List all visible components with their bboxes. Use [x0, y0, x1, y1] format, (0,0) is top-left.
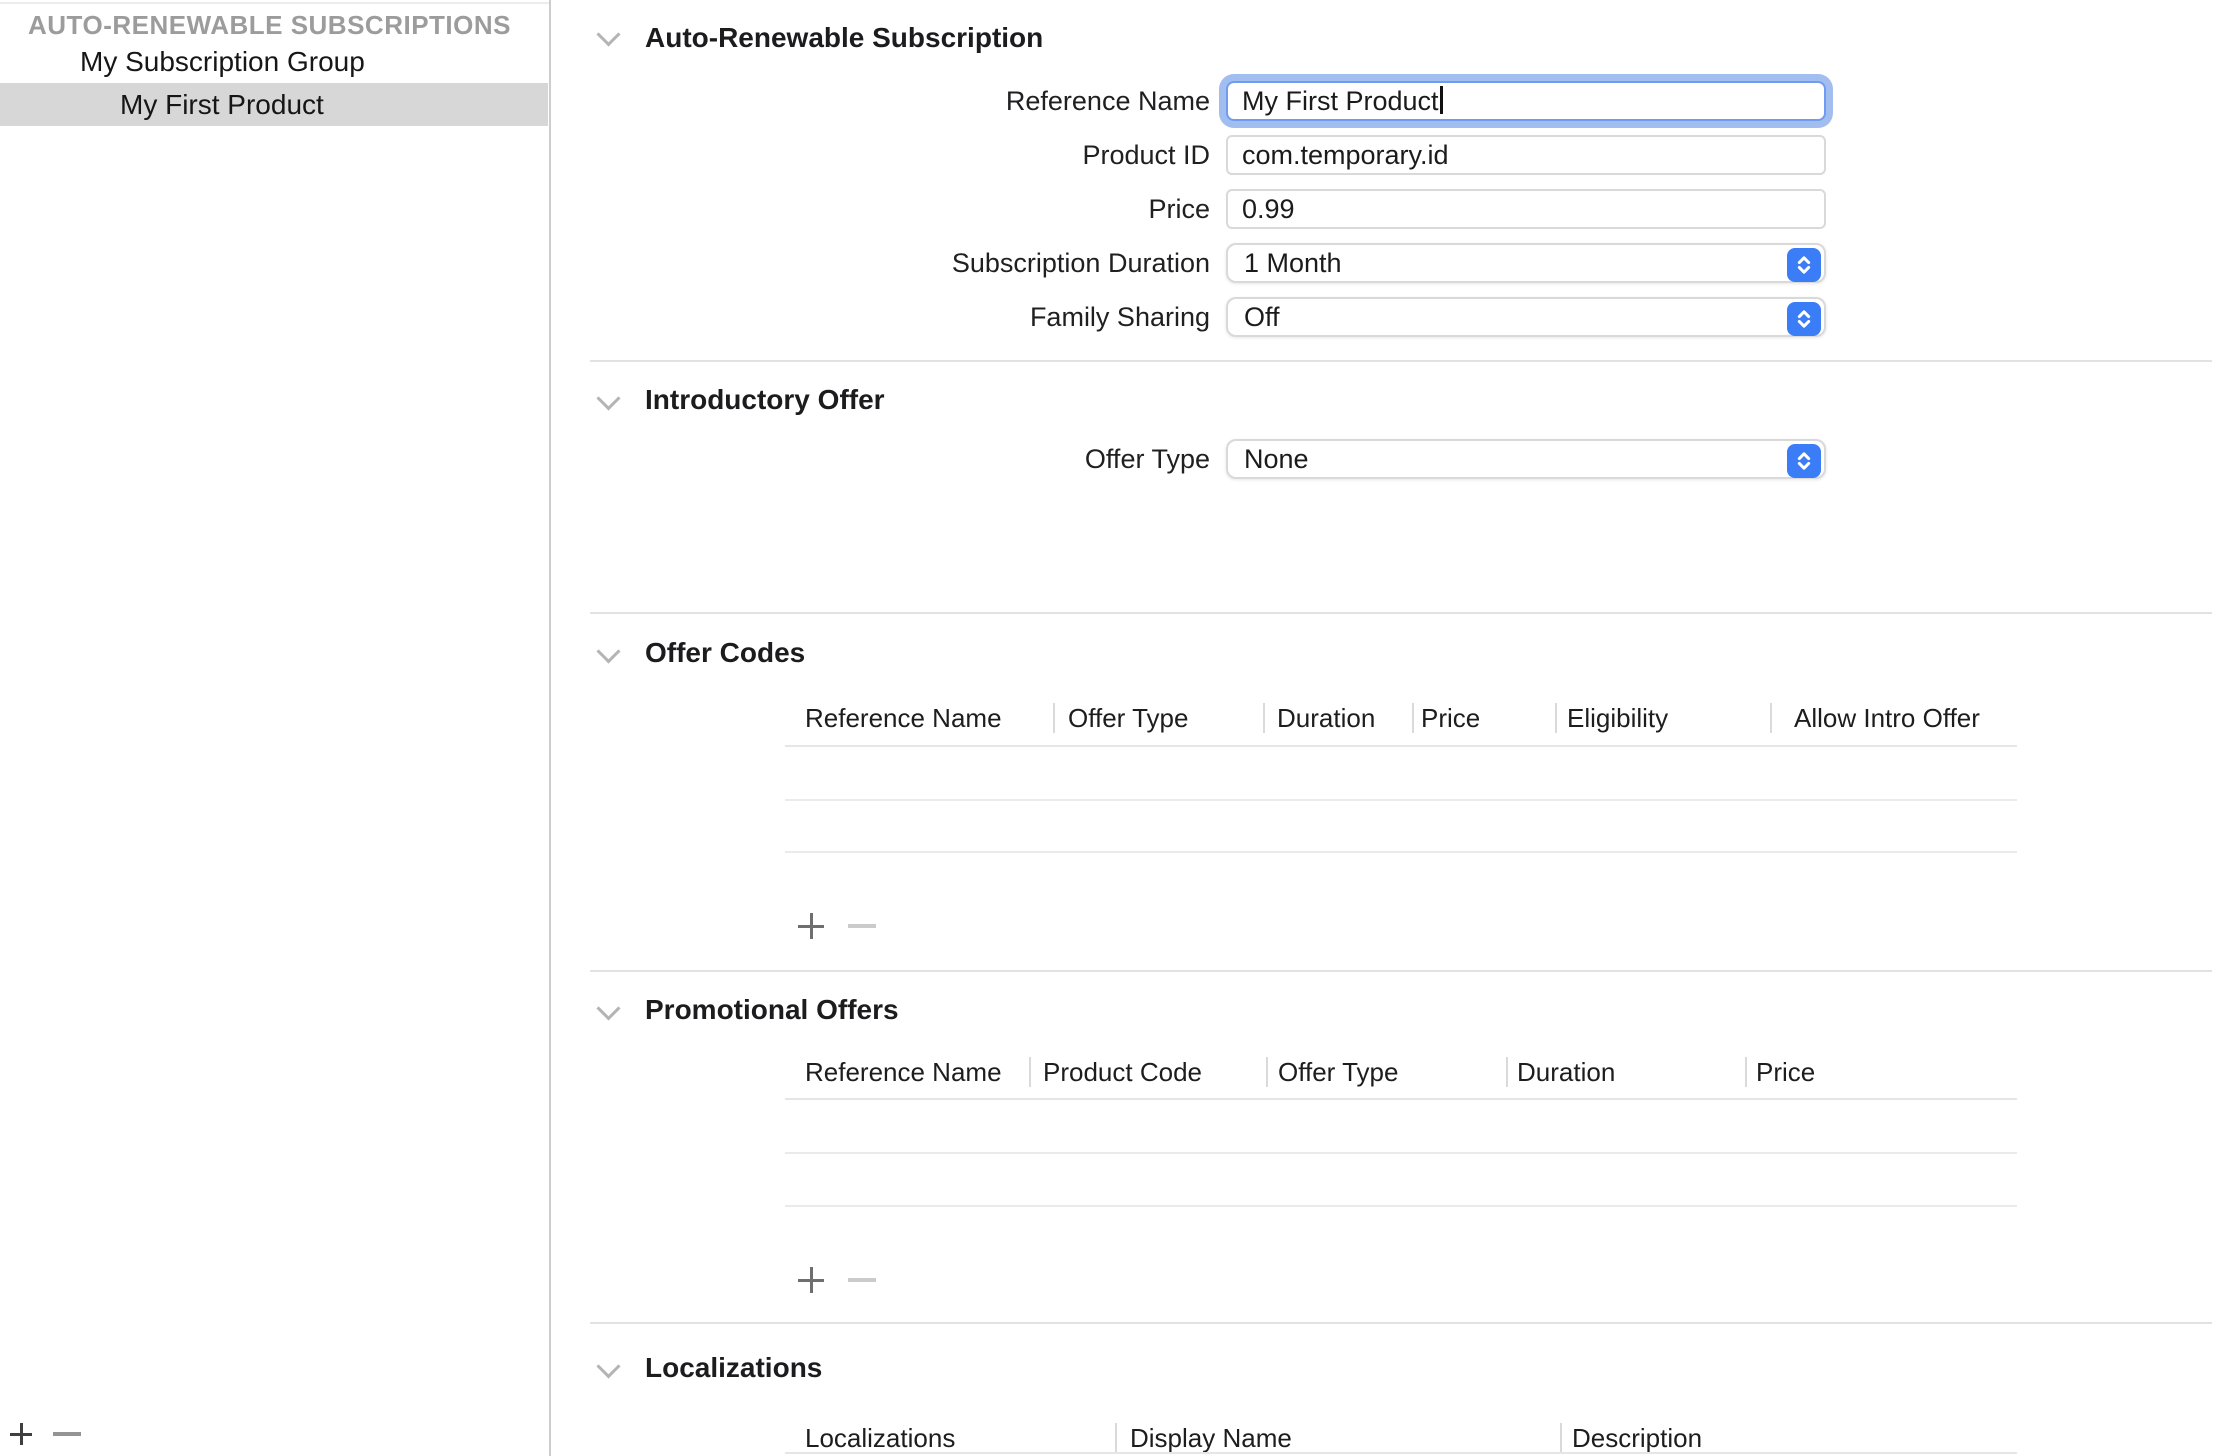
localizations-col-display-name[interactable]: Display Name	[1130, 1420, 1292, 1456]
section-divider	[590, 612, 2212, 614]
family-sharing-label: Family Sharing	[660, 297, 1210, 337]
updown-chevrons-icon	[1787, 444, 1821, 478]
table-row	[785, 1152, 2017, 1154]
column-separator	[1266, 1057, 1268, 1087]
localizations-col-description[interactable]: Description	[1572, 1420, 1702, 1456]
section-title-localizations: Localizations	[645, 1351, 822, 1385]
section-title-introductory-offer: Introductory Offer	[645, 383, 885, 417]
text-cursor	[1440, 86, 1443, 114]
column-separator	[1555, 703, 1557, 733]
table-header-underline	[785, 1452, 2017, 1454]
sidebar-item-subscription-group[interactable]: My Subscription Group	[0, 41, 548, 83]
sidebar-item-label: My Subscription Group	[80, 41, 365, 83]
sidebar-remove-button minus-icon[interactable]	[53, 1432, 81, 1436]
promo-col-reference-name[interactable]: Reference Name	[805, 1054, 1002, 1090]
promo-col-product-code[interactable]: Product Code	[1043, 1054, 1202, 1090]
chevron-down-icon localizations-disclosure[interactable]	[596, 1354, 620, 1378]
subscription-duration-popup[interactable]: 1 Month	[1226, 243, 1826, 283]
table-row	[785, 1205, 2017, 1207]
table-header-underline	[785, 745, 2017, 747]
column-separator	[1770, 703, 1772, 733]
sidebar-top-divider	[0, 2, 550, 4]
offer-type-value: None	[1244, 444, 1309, 474]
column-separator	[1412, 703, 1414, 733]
section-title-subscription: Auto-Renewable Subscription	[645, 21, 1043, 55]
column-separator	[1115, 1423, 1117, 1453]
updown-chevrons-icon	[1787, 302, 1821, 336]
offer-codes-remove-button minus-icon[interactable]	[848, 924, 876, 928]
reference-name-field[interactable]: My First Product	[1226, 81, 1826, 121]
offer-codes-col-price[interactable]: Price	[1421, 700, 1480, 736]
column-separator	[1053, 703, 1055, 733]
column-separator	[1029, 1057, 1031, 1087]
price-field[interactable]: 0.99	[1226, 189, 1826, 229]
offer-codes-add-button plus-icon[interactable]	[798, 913, 824, 939]
sidebar-item-label: My First Product	[120, 83, 324, 126]
product-id-label: Product ID	[660, 135, 1210, 175]
price-value: 0.99	[1242, 194, 1295, 224]
offer-codes-col-reference-name[interactable]: Reference Name	[805, 700, 1002, 736]
chevron-down-icon subscription-disclosure[interactable]	[596, 22, 620, 46]
offer-type-popup[interactable]: None	[1226, 439, 1826, 479]
promo-col-duration[interactable]: Duration	[1517, 1054, 1615, 1090]
family-sharing-value: Off	[1244, 302, 1280, 332]
chevron-down-icon promotional-offers-disclosure[interactable]	[596, 996, 620, 1020]
section-title-promotional-offers: Promotional Offers	[645, 993, 899, 1027]
table-row	[785, 799, 2017, 801]
subscription-duration-value: 1 Month	[1244, 248, 1342, 278]
sidebar-group-header: AUTO-RENEWABLE SUBSCRIPTIONS	[28, 9, 511, 41]
family-sharing-popup[interactable]: Off	[1226, 297, 1826, 337]
sidebar-add-button plus-icon[interactable]	[10, 1423, 32, 1445]
promo-col-price[interactable]: Price	[1756, 1054, 1815, 1090]
product-id-field[interactable]: com.temporary.id	[1226, 135, 1826, 175]
offer-type-label: Offer Type	[660, 439, 1210, 479]
column-separator	[1506, 1057, 1508, 1087]
promo-col-offer-type[interactable]: Offer Type	[1278, 1054, 1398, 1090]
table-row	[785, 851, 2017, 853]
offer-codes-col-duration[interactable]: Duration	[1277, 700, 1375, 736]
column-separator	[1560, 1423, 1562, 1453]
product-id-value: com.temporary.id	[1242, 140, 1449, 170]
sidebar: AUTO-RENEWABLE SUBSCRIPTIONS My Subscrip…	[0, 0, 550, 1456]
subscription-duration-label: Subscription Duration	[660, 243, 1210, 283]
table-header-underline	[785, 1098, 2017, 1100]
section-divider	[590, 360, 2212, 362]
promo-add-button plus-icon[interactable]	[798, 1267, 824, 1293]
localizations-col-localizations[interactable]: Localizations	[805, 1420, 955, 1456]
updown-chevrons-icon	[1787, 248, 1821, 282]
column-separator	[1263, 703, 1265, 733]
sidebar-main-divider	[549, 0, 551, 1456]
reference-name-value: My First Product	[1242, 86, 1439, 116]
chevron-down-icon offer-codes-disclosure[interactable]	[596, 639, 620, 663]
storekit-configuration-editor: AUTO-RENEWABLE SUBSCRIPTIONS My Subscrip…	[0, 0, 2226, 1456]
chevron-down-icon introductory-offer-disclosure[interactable]	[596, 386, 620, 410]
sidebar-item-my-first-product[interactable]: My First Product	[0, 83, 548, 126]
promo-remove-button minus-icon[interactable]	[848, 1278, 876, 1282]
offer-codes-col-allow-intro-offer[interactable]: Allow Intro Offer	[1794, 700, 1980, 736]
section-divider	[590, 970, 2212, 972]
price-label: Price	[660, 189, 1210, 229]
section-divider	[590, 1322, 2212, 1324]
offer-codes-col-eligibility[interactable]: Eligibility	[1567, 700, 1668, 736]
section-title-offer-codes: Offer Codes	[645, 636, 805, 670]
column-separator	[1745, 1057, 1747, 1087]
reference-name-label: Reference Name	[660, 81, 1210, 121]
offer-codes-col-offer-type[interactable]: Offer Type	[1068, 700, 1188, 736]
